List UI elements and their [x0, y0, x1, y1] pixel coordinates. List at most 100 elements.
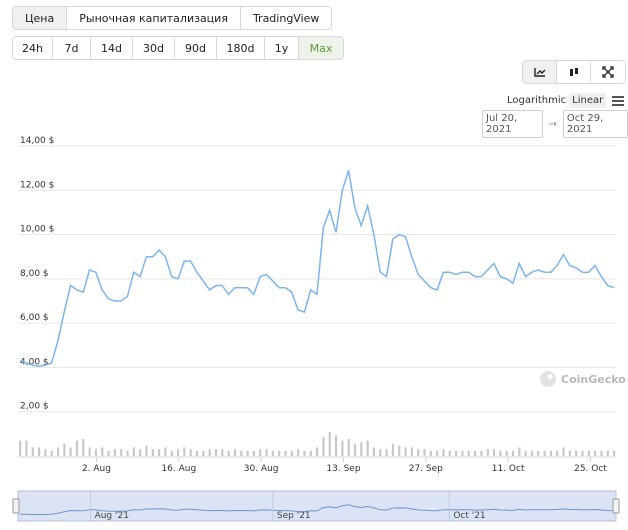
- volume-bar: [208, 449, 211, 456]
- volume-bar: [556, 450, 559, 456]
- x-tick-label: 25. Oct: [574, 464, 607, 474]
- volume-bar: [170, 450, 173, 456]
- price-line: [19, 170, 615, 368]
- volume-bar: [75, 440, 79, 456]
- y-tick-label: 8,00 $: [20, 269, 49, 279]
- coingecko-logo-icon: [540, 371, 556, 387]
- volume-bar: [549, 450, 553, 456]
- volume-bars: [19, 432, 616, 456]
- volume-bar: [473, 450, 477, 456]
- volume-bar: [480, 450, 483, 456]
- volume-bar: [316, 447, 319, 456]
- volume-bar: [366, 440, 369, 456]
- x-tick-label: 30. Aug: [244, 464, 279, 474]
- navigator-left-handle[interactable]: [12, 498, 20, 514]
- volume-bar: [297, 449, 300, 456]
- volume-bar: [448, 450, 451, 456]
- coingecko-watermark: CoinGecko: [540, 371, 626, 387]
- volume-bar: [284, 450, 287, 456]
- x-tick-label: 27. Sep: [409, 464, 443, 474]
- coingecko-logo-eye: [547, 374, 553, 380]
- volume-bar: [334, 435, 338, 456]
- volume-bar: [398, 445, 401, 456]
- volume-bar: [543, 450, 546, 456]
- navigator[interactable]: Aug '21 Sep '21 Oct '21: [12, 490, 620, 522]
- volume-bar: [19, 440, 22, 456]
- volume-bar: [221, 449, 224, 456]
- navigator-label: Sep '21: [277, 511, 311, 521]
- navigator-label: Aug '21: [95, 511, 129, 521]
- volume-bar: [126, 450, 129, 456]
- volume-bar: [442, 449, 445, 456]
- volume-bar: [575, 450, 578, 456]
- volume-bar: [613, 450, 616, 456]
- volume-bar: [246, 450, 249, 456]
- x-tick-label: 13. Sep: [326, 464, 360, 474]
- coingecko-watermark-text: CoinGecko: [561, 373, 626, 386]
- volume-bar: [436, 450, 439, 456]
- volume-bar: [594, 450, 597, 456]
- volume-bar: [31, 447, 34, 456]
- volume-bar: [537, 450, 540, 456]
- volume-bar: [189, 449, 192, 456]
- volume-bar: [530, 450, 534, 456]
- y-tick-label: 6,00 $: [20, 313, 49, 323]
- volume-bar: [322, 437, 325, 456]
- y-tick-label: 2,00 $: [20, 402, 49, 412]
- volume-bar: [164, 447, 167, 456]
- volume-bar: [183, 447, 186, 456]
- volume-bar: [107, 450, 110, 456]
- volume-bar: [25, 440, 28, 456]
- volume-bar: [195, 450, 199, 456]
- volume-bar: [600, 450, 603, 456]
- volume-bar: [461, 450, 464, 456]
- price-chart: 14,00 $12,00 $10,00 $8,00 $6,00 $4,00 $2…: [12, 136, 626, 522]
- x-axis-labels: 2. Aug 16. Aug 30. Aug 13. Sep 27. Sep 11. Oc…: [82, 457, 607, 474]
- volume-bar: [113, 449, 116, 456]
- volume-bar: [37, 447, 41, 456]
- y-tick-label: 14,00 $: [20, 136, 54, 146]
- volume-bar: [347, 438, 350, 456]
- volume-bar: [309, 450, 312, 456]
- volume-bar: [524, 450, 527, 456]
- volume-bar: [328, 432, 331, 456]
- grid-lines: [18, 145, 616, 413]
- volume-bar: [94, 449, 98, 456]
- volume-bar: [63, 444, 66, 456]
- volume-bar: [202, 450, 205, 456]
- volume-bar: [492, 449, 496, 456]
- volume-bar: [240, 450, 243, 456]
- volume-bar: [372, 447, 376, 456]
- volume-bar: [214, 449, 218, 456]
- volume-bar: [385, 449, 388, 456]
- volume-bar: [341, 440, 344, 456]
- volume-bar: [120, 449, 123, 456]
- volume-bar: [486, 449, 489, 456]
- volume-bar: [56, 447, 60, 456]
- volume-bar: [252, 450, 256, 456]
- volume-bar: [379, 449, 382, 456]
- x-tick-label: 2. Aug: [82, 464, 111, 474]
- volume-bar: [101, 447, 104, 456]
- volume-bar: [227, 450, 230, 456]
- y-tick-label: 12,00 $: [20, 180, 54, 190]
- volume-bar: [505, 450, 508, 456]
- volume-bar: [353, 444, 357, 456]
- volume-bar: [587, 450, 590, 456]
- volume-bar: [151, 449, 154, 456]
- volume-bar: [158, 449, 161, 456]
- volume-bar: [606, 450, 609, 456]
- x-tick-label: 11. Oct: [492, 464, 525, 474]
- volume-bar: [568, 450, 571, 456]
- volume-bar: [404, 447, 407, 456]
- volume-bar: [176, 449, 180, 456]
- volume-bar: [290, 450, 293, 456]
- volume-bar: [82, 438, 85, 456]
- volume-bar: [132, 447, 135, 456]
- volume-bar: [50, 450, 53, 456]
- volume-bar: [145, 445, 148, 456]
- volume-bar: [88, 447, 91, 456]
- volume-bar: [391, 444, 395, 456]
- navigator-right-handle[interactable]: [612, 498, 620, 514]
- volume-bar: [233, 449, 237, 456]
